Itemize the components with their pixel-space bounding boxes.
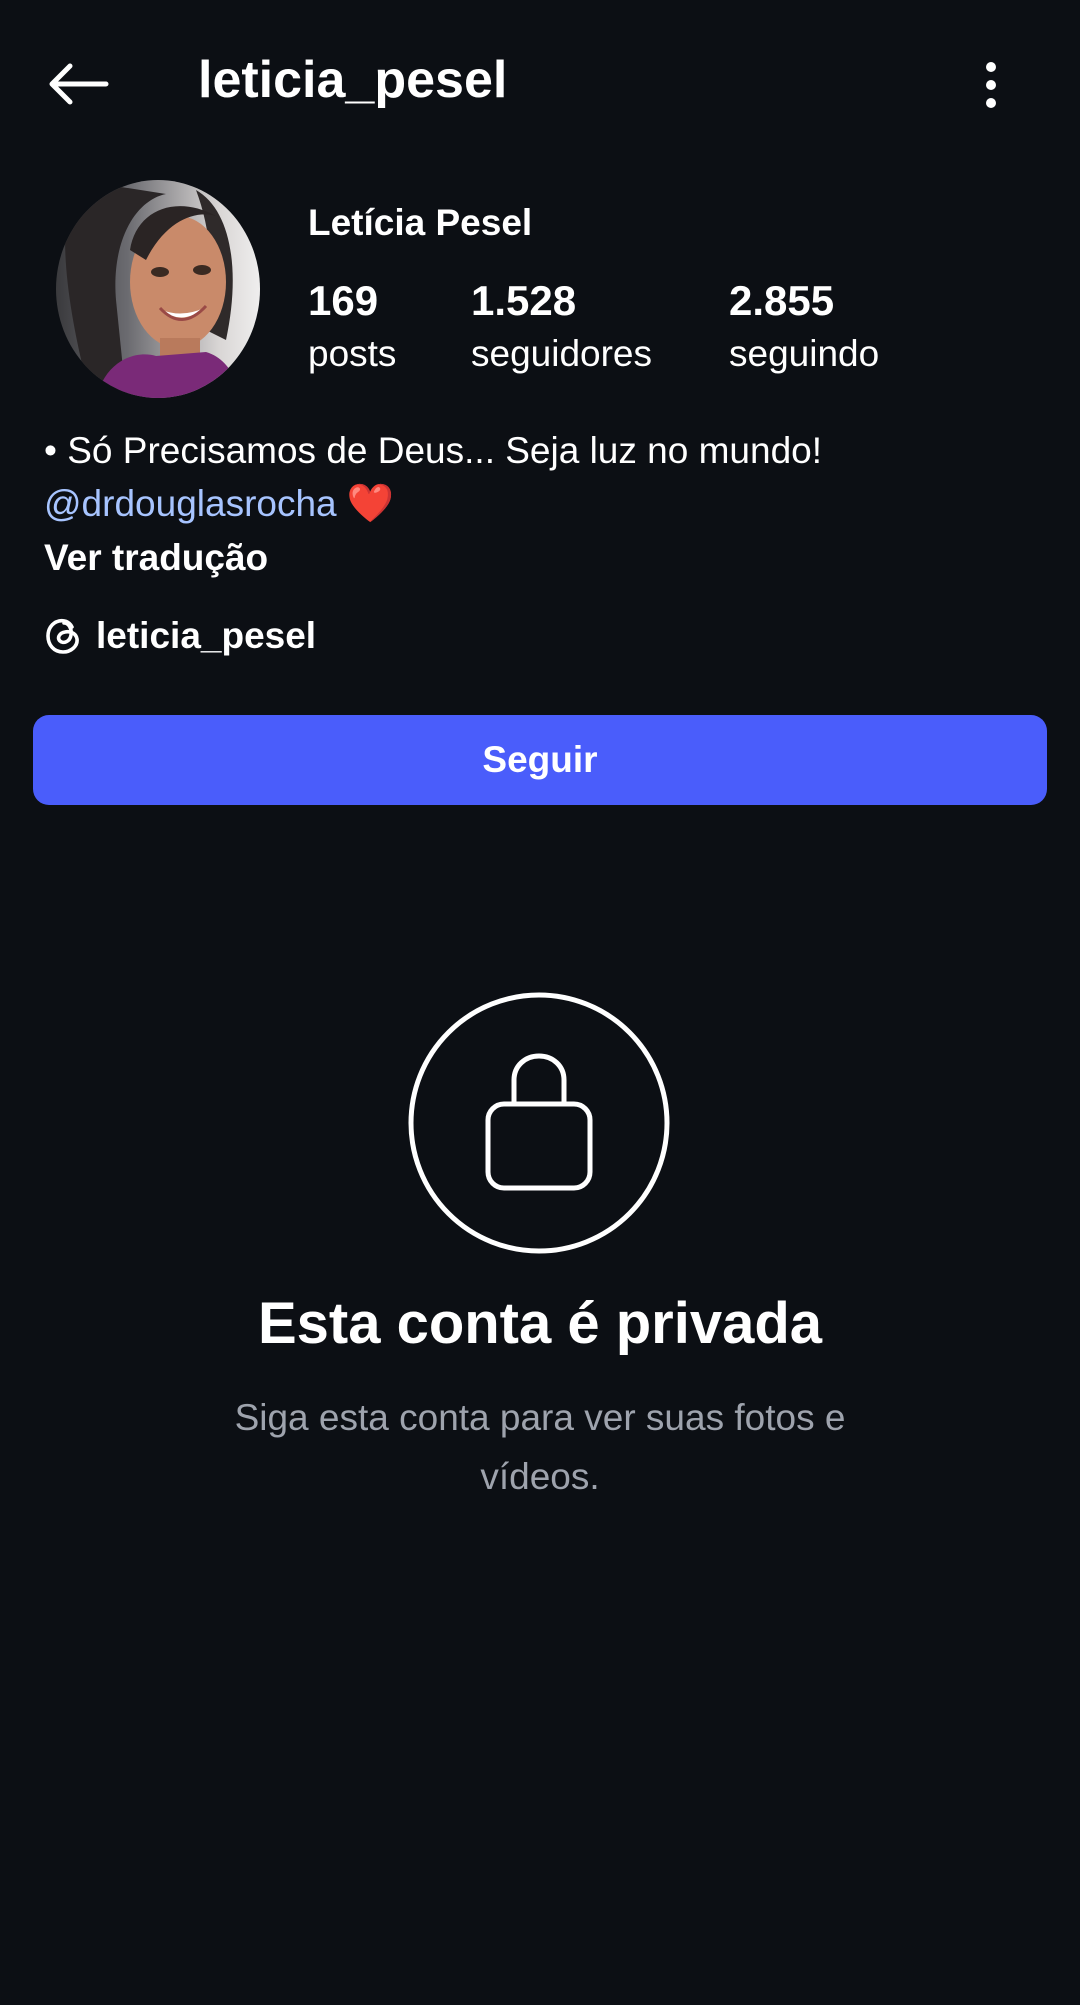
profile-photo — [56, 180, 260, 398]
bio: • Só Precisamos de Deus... Seja luz no m… — [44, 424, 1044, 584]
posts-count: 169 — [308, 277, 379, 324]
profile-username-title: leticia_pesel — [198, 51, 508, 109]
following-label: seguindo — [729, 333, 880, 374]
posts-label: posts — [308, 333, 397, 374]
private-lock-badge — [408, 992, 670, 1254]
bio-mention-link[interactable]: @drdouglasrocha — [44, 483, 337, 524]
threads-handle: leticia_pesel — [96, 615, 317, 656]
private-account-title: Esta conta é privada — [257, 1291, 823, 1356]
followers-label: seguidores — [471, 333, 653, 374]
bio-text: • Só Precisamos de Deus... Seja luz no m… — [44, 430, 823, 471]
see-translation-link[interactable]: Ver tradução — [44, 531, 1044, 584]
more-options-button[interactable] — [966, 50, 1016, 120]
arrow-left-icon — [49, 63, 109, 105]
heart-emoji: ❤️ — [346, 483, 395, 525]
display-name: Letícia Pesel — [308, 202, 533, 243]
threads-link[interactable]: leticia_pesel — [44, 610, 316, 662]
lock-icon — [408, 992, 670, 1254]
top-bar: leticia_pesel — [0, 0, 1080, 170]
following-count: 2.855 — [729, 277, 835, 324]
threads-icon — [46, 618, 79, 654]
follow-button[interactable]: Seguir — [33, 715, 1047, 805]
stat-following[interactable]: 2.855 seguindo — [729, 276, 879, 382]
followers-count: 1.528 — [471, 277, 577, 324]
bio-mention-line: @drdouglasrocha ❤️ — [44, 477, 1044, 531]
stat-followers[interactable]: 1.528 seguidores — [471, 276, 652, 382]
private-account-subtitle: Siga esta conta para ver suas fotos e ví… — [234, 1397, 846, 1497]
stat-posts: 169 posts — [308, 276, 396, 382]
avatar[interactable] — [56, 180, 260, 398]
back-button[interactable] — [40, 52, 116, 116]
more-vertical-icon — [986, 62, 996, 108]
